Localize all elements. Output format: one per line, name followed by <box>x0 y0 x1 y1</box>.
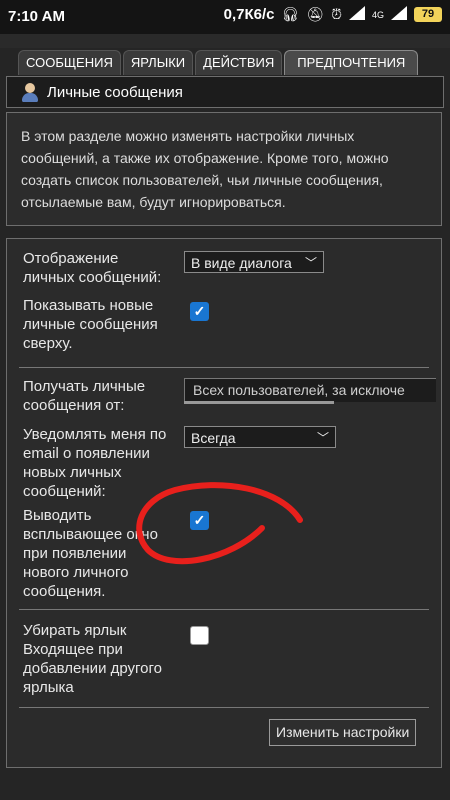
tab-messages[interactable]: СООБЩЕНИЯ <box>18 50 121 75</box>
status-time: 7:10 AM <box>8 8 65 25</box>
popup-checkbox[interactable]: ✓ <box>190 511 209 530</box>
section-header: Личные сообщения <box>6 76 444 108</box>
alarm-icon: ⏰︎ <box>331 6 342 22</box>
chevron-down-icon: ﹀ <box>304 256 317 270</box>
tab-bar: СООБЩЕНИЯ ЯРЛЫКИ ДЕЙСТВИЯ ПРЕДПОЧТЕНИЯ <box>18 50 419 76</box>
newtop-label: Показывать новые личные сообщения сверху… <box>23 297 158 352</box>
popup-label: Выводить всплывающее окно при появлении … <box>23 507 158 600</box>
bottom-strip <box>0 772 450 800</box>
chevron-down-icon: ﹀ <box>316 431 329 445</box>
remove-label: Убирать ярлык Входящее при добавлении др… <box>23 622 163 696</box>
receive-field[interactable]: Всех пользователей, за исключе <box>184 378 436 402</box>
save-settings-button[interactable]: Изменить настройки <box>269 719 417 746</box>
status-bar: 7:10 AM 0,7К6/с 🎧︎ 🔕︎ ⏰︎ 4G 79 <box>0 0 450 34</box>
display-select[interactable]: В виде диалога ﹀ <box>184 251 324 273</box>
field-scrollbar[interactable] <box>184 401 334 404</box>
top-strip <box>0 34 450 48</box>
divider <box>19 367 429 368</box>
receive-label: Получать личные сообщения от: <box>23 378 146 414</box>
divider <box>19 707 429 708</box>
user-icon <box>19 81 41 103</box>
notify-select[interactable]: Всегда ﹀ <box>184 426 336 448</box>
divider <box>19 609 429 610</box>
network-type: 4G <box>371 9 384 20</box>
section-title: Личные сообщения <box>47 83 183 101</box>
info-text: В этом разделе можно изменять настройки … <box>6 112 442 226</box>
newtop-checkbox[interactable]: ✓ <box>190 302 209 321</box>
battery-icon: 79 <box>414 7 442 22</box>
signal-icon <box>391 6 407 23</box>
tab-preferences[interactable]: ПРЕДПОЧТЕНИЯ <box>284 50 419 75</box>
signal-icon <box>348 6 365 23</box>
display-label: Отображение личных сообщений: <box>23 250 162 286</box>
notify-label: Уведомлять меня по email о появлении нов… <box>23 426 167 500</box>
tab-labels[interactable]: ЯРЛЫКИ <box>122 50 194 75</box>
network-speed: 0,7К6/с <box>223 6 275 23</box>
remove-checkbox[interactable] <box>190 626 209 645</box>
tab-actions[interactable]: ДЕЙСТВИЯ <box>195 50 283 75</box>
settings-panel: Отображение личных сообщений: В виде диа… <box>6 238 442 768</box>
headphones-icon: 🎧︎ <box>281 6 300 22</box>
status-icons: 0,7К6/с 🎧︎ 🔕︎ ⏰︎ 4G 79 <box>224 6 442 23</box>
mute-icon: 🔕︎ <box>306 6 325 22</box>
